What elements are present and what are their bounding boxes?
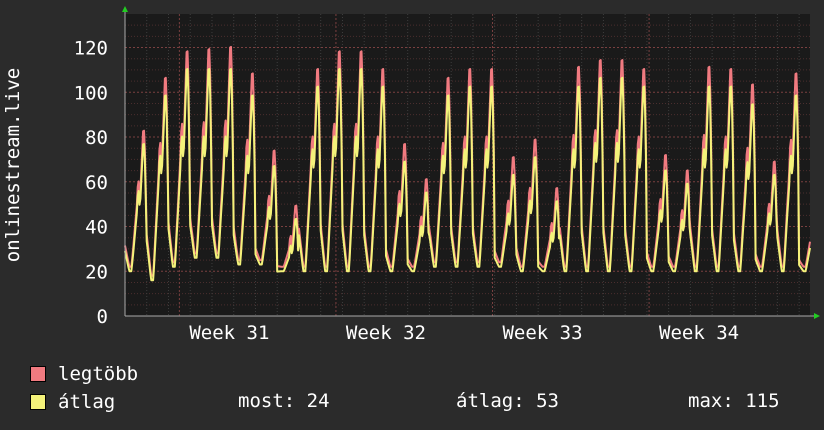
y-axis-label: onlinestream.live bbox=[2, 67, 24, 263]
y-axis-arrow-icon bbox=[122, 6, 128, 12]
stat-max: max: 115 bbox=[688, 390, 780, 412]
chart-root: 0 20 40 60 80 100 120 Week 31 Week 32 Week 33 Week… bbox=[0, 0, 824, 430]
legend-item-avg: átlag bbox=[30, 390, 115, 414]
stat-now: most: 24 bbox=[238, 390, 330, 412]
legend-swatch-max bbox=[30, 366, 46, 382]
chart-svg: 0 20 40 60 80 100 120 Week 31 Week 32 Week 33 Week… bbox=[74, 6, 820, 340]
x-tick-label: Week 31 bbox=[189, 322, 269, 340]
y-axis-label-wrap: onlinestream.live bbox=[2, 35, 24, 295]
plot-area bbox=[125, 14, 810, 316]
legend-swatch-avg bbox=[30, 394, 46, 410]
stat-avg: átlag: 53 bbox=[456, 390, 559, 412]
y-tick-label: 60 bbox=[85, 172, 108, 194]
y-tick-label: 40 bbox=[85, 217, 108, 239]
y-tick-label: 120 bbox=[74, 38, 108, 60]
x-tick-label: Week 34 bbox=[659, 322, 739, 340]
y-tick-label: 80 bbox=[85, 127, 108, 149]
y-tick-label: 20 bbox=[85, 261, 108, 283]
legend-label-avg: átlag bbox=[58, 391, 116, 413]
legend-item-max: legtöbb bbox=[30, 362, 138, 386]
x-tick-label: Week 32 bbox=[346, 322, 426, 340]
y-tick-label: 0 bbox=[97, 306, 108, 328]
x-axis-arrow-icon bbox=[814, 313, 820, 319]
x-tick-label: Week 33 bbox=[502, 322, 582, 340]
legend-label-max: legtöbb bbox=[58, 363, 139, 385]
y-tick-label: 100 bbox=[74, 82, 108, 104]
